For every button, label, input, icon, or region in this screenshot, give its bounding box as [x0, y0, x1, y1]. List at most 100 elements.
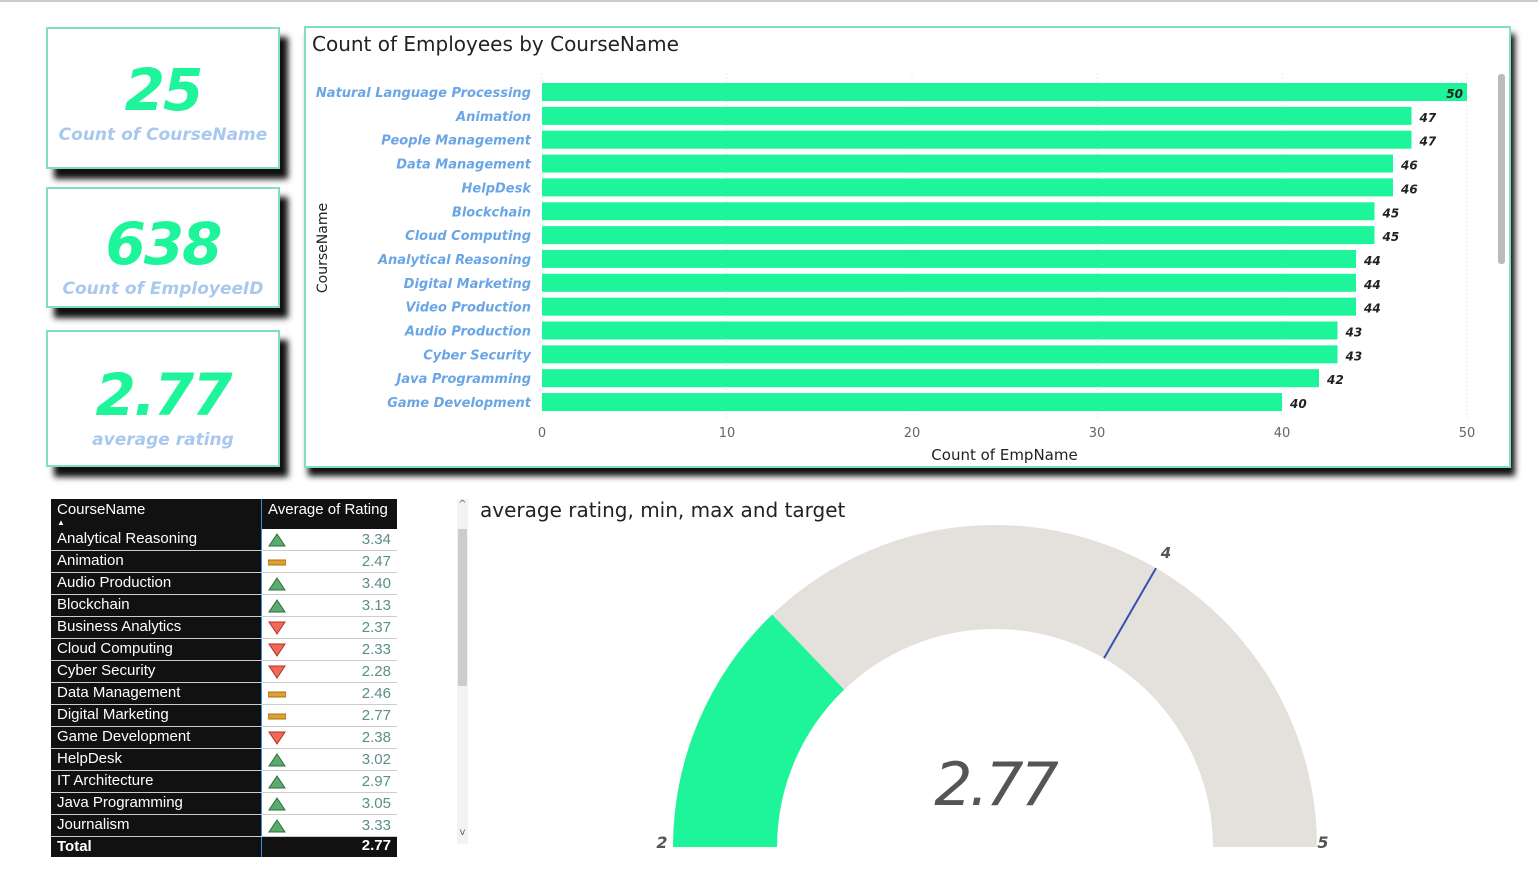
cell-rating: 3.34 [262, 529, 397, 550]
table-total-row: Total 2.77 [51, 837, 397, 857]
trend-up-icon [268, 532, 286, 546]
header-coursename[interactable]: CourseName ▲ [51, 499, 262, 529]
x-tick-label: 40 [1274, 426, 1291, 441]
cell-coursename: Game Development [51, 727, 262, 748]
data-label: 42 [1326, 373, 1344, 387]
cell-rating: 3.13 [262, 595, 397, 616]
category-label: HelpDesk [462, 181, 533, 196]
bar [542, 226, 1375, 245]
bar [542, 393, 1282, 412]
cell-rating: 2.37 [262, 617, 397, 638]
x-tick-label: 0 [538, 426, 546, 441]
cell-coursename: Data Management [51, 683, 262, 704]
x-tick-label: 20 [904, 426, 921, 441]
bar [542, 297, 1356, 316]
table-row[interactable]: Journalism 3.33 [51, 815, 397, 837]
table-row[interactable]: Animation 2.47 [51, 551, 397, 573]
data-label: 47 [1419, 135, 1437, 149]
rating-value: 2.38 [361, 729, 391, 746]
data-label: 44 [1363, 302, 1381, 316]
table-row[interactable]: Data Management 2.46 [51, 683, 397, 705]
bar [542, 321, 1338, 340]
trend-down-icon [268, 643, 286, 657]
table-row[interactable]: Game Development 2.38 [51, 727, 397, 749]
category-label: Java Programming [394, 372, 531, 387]
table-row[interactable]: Digital Marketing 2.77 [51, 705, 397, 727]
kpi-card-average-rating: 2.77 average rating [46, 330, 280, 467]
table-row[interactable]: Analytical Reasoning 3.34 [51, 529, 397, 551]
table-row[interactable]: Audio Production 3.40 [51, 573, 397, 595]
category-label: Cyber Security [423, 348, 531, 363]
table-row[interactable]: Cloud Computing 2.33 [51, 639, 397, 661]
rating-value: 2.33 [361, 641, 391, 658]
rating-value: 3.05 [361, 795, 391, 812]
rating-table: CourseName ▲ Average of Rating Analytical … [51, 499, 397, 857]
cell-rating: 2.33 [262, 639, 397, 660]
data-label: 40 [1289, 397, 1307, 411]
cell-rating: 3.40 [262, 573, 397, 594]
category-label: Video Production [406, 301, 531, 316]
bar [542, 249, 1356, 268]
bar [542, 106, 1412, 125]
cell-rating: 3.05 [262, 793, 397, 814]
table-row[interactable]: IT Architecture 2.97 [51, 771, 397, 793]
table-scrollbar[interactable]: ^ v [457, 499, 468, 844]
bar-chart-panel: Count of Employees by CourseName 0 10 20 30… [304, 26, 1511, 468]
bar [542, 202, 1375, 221]
trend-down-icon [268, 665, 286, 679]
gauge-target-marker [1103, 567, 1157, 659]
bar-chart-scrollbar[interactable] [1498, 74, 1505, 264]
header-rating[interactable]: Average of Rating [262, 499, 394, 529]
table-row[interactable]: Business Analytics 2.37 [51, 617, 397, 639]
gauge-target-label: 4 [1160, 544, 1171, 562]
bar [542, 369, 1319, 388]
cell-rating: 3.33 [262, 815, 397, 836]
rating-value: 2.77 [361, 707, 391, 724]
category-label: Digital Marketing [404, 277, 531, 292]
data-label: 50 [1446, 87, 1463, 101]
scroll-thumb[interactable] [458, 529, 467, 686]
gauge-track [673, 525, 1317, 847]
trend-down-icon [268, 731, 286, 745]
bar-chart: 0 10 20 30 40 50 Natural Language Processing 50… [315, 73, 1476, 464]
data-label: 47 [1419, 111, 1437, 125]
trend-flat-icon [268, 713, 286, 719]
kpi-value: 25 [124, 56, 204, 124]
x-tick-label: 10 [719, 426, 736, 441]
cell-coursename: Digital Marketing [51, 705, 262, 726]
trend-up-icon [268, 774, 286, 788]
trend-up-icon [268, 576, 286, 590]
bar [542, 154, 1393, 173]
table-row[interactable]: Blockchain 3.13 [51, 595, 397, 617]
table-row[interactable]: Java Programming 3.05 [51, 793, 397, 815]
x-tick-label: 50 [1459, 426, 1476, 441]
cell-rating: 2.47 [262, 551, 397, 572]
data-label: 46 [1400, 182, 1418, 196]
rating-value: 3.02 [361, 751, 391, 768]
bar [542, 83, 1467, 101]
trend-flat-icon [268, 691, 286, 697]
table-header: CourseName ▲ Average of Rating [51, 499, 397, 529]
x-axis-title: Count of EmpName [931, 446, 1077, 464]
kpi-card-employee-count: 638 Count of EmployeeID [46, 187, 280, 308]
cell-rating: 2.46 [262, 683, 397, 704]
table-row[interactable]: Cyber Security 2.28 [51, 661, 397, 683]
cell-coursename: Java Programming [51, 793, 262, 814]
cell-coursename: Analytical Reasoning [51, 529, 262, 550]
gauge-fill [673, 614, 845, 847]
cell-coursename: Cloud Computing [51, 639, 262, 660]
kpi-label: Count of CourseName [58, 125, 268, 145]
data-label: 43 [1345, 326, 1363, 340]
category-label: Data Management [396, 158, 532, 173]
gauge-value-label: 2.77 [934, 750, 1058, 820]
scroll-up-icon[interactable]: ^ [457, 499, 468, 510]
data-label: 45 [1382, 206, 1400, 220]
rating-value: 2.47 [361, 553, 391, 570]
trend-up-icon [268, 752, 286, 766]
table-row[interactable]: HelpDesk 3.02 [51, 749, 397, 771]
gauge-max-label: 5 [1317, 833, 1328, 852]
scroll-down-icon[interactable]: v [457, 827, 468, 838]
cell-rating: 3.02 [262, 749, 397, 770]
cell-coursename: Business Analytics [51, 617, 262, 638]
rating-value: 2.97 [361, 773, 391, 790]
